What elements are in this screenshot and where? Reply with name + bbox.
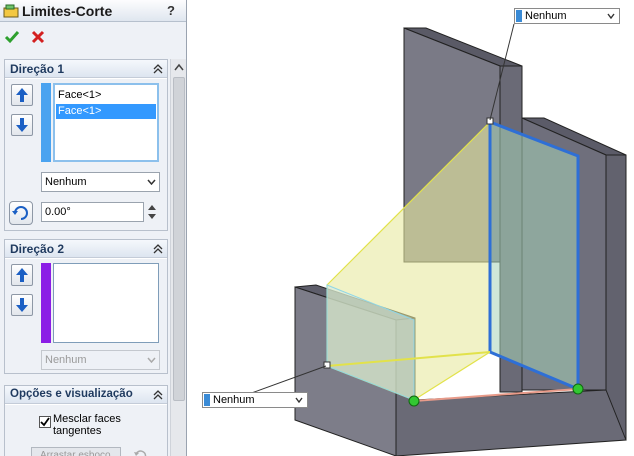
direction1-flip-up-button[interactable]	[11, 84, 33, 106]
arrow-down-icon	[16, 118, 28, 132]
direction1-title: Direção 1	[10, 62, 65, 76]
list-item[interactable]: Face<1>	[56, 88, 156, 103]
direction2-condition-select: Nenhum	[41, 350, 160, 370]
feature-icon	[3, 4, 19, 18]
undo-icon	[134, 450, 147, 456]
chevron-down-icon	[295, 397, 303, 403]
property-manager: Limites-Corte ? Direção 1 Face<1> Face<1…	[0, 0, 187, 456]
collapse-chevron-icon[interactable]	[153, 390, 163, 400]
panel-scrollbar[interactable]	[170, 59, 186, 456]
drag-handle-left[interactable]	[323, 361, 331, 369]
reverse-direction-button[interactable]	[9, 201, 33, 225]
direction1-callout-select[interactable]: Nenhum	[514, 8, 620, 24]
cut-preview-surfaces	[326, 119, 580, 402]
handle-point[interactable]	[572, 383, 584, 395]
direction1-condition-select[interactable]: Nenhum	[41, 172, 160, 192]
direction1-flip-down-button[interactable]	[11, 114, 33, 136]
model-scene[interactable]	[188, 0, 634, 456]
direction2-faces-list[interactable]	[53, 263, 159, 343]
direction2-flip-down-button[interactable]	[11, 294, 33, 316]
options-header[interactable]: Opções e visualização	[5, 386, 167, 404]
help-icon[interactable]: ?	[167, 3, 175, 18]
direction2-title: Direção 2	[10, 242, 65, 256]
direction2-color-bar	[41, 263, 51, 343]
arrow-up-icon	[16, 268, 28, 282]
property-manager-header: Limites-Corte ?	[0, 0, 186, 22]
options-title: Opções e visualização	[10, 388, 133, 400]
direction1-angle-input[interactable]: 0.00°	[41, 202, 144, 222]
direction1-group: Direção 1 Face<1> Face<1> Nenhum 0.00°	[4, 59, 168, 231]
list-item[interactable]: Face<1>	[56, 104, 156, 119]
ok-checkmark-icon[interactable]	[4, 29, 20, 45]
arrow-down-icon	[16, 298, 28, 312]
direction2-group: Direção 2 Nenhum	[4, 239, 168, 374]
checkmark-icon	[40, 417, 50, 427]
chevron-down-icon	[147, 357, 156, 363]
direction1-callout-select-left[interactable]: Nenhum	[202, 392, 308, 408]
property-manager-title: Limites-Corte	[22, 3, 113, 19]
chevron-down-icon	[607, 13, 615, 19]
angle-spinner-icon[interactable]	[147, 203, 157, 221]
direction2-flip-up-button[interactable]	[11, 264, 33, 286]
chevron-down-icon	[147, 179, 156, 185]
scrollbar-thumb[interactable]	[173, 77, 185, 401]
collapse-chevron-icon[interactable]	[153, 64, 163, 74]
merge-tangent-label: Mesclar faces tangentes	[53, 413, 121, 437]
options-group: Opções e visualização Mesclar faces tang…	[4, 385, 168, 456]
collapse-chevron-icon[interactable]	[153, 244, 163, 254]
rotate-icon	[12, 206, 28, 220]
drag-sketch-button: Arrastar esboço	[31, 447, 121, 456]
direction2-header[interactable]: Direção 2	[5, 240, 167, 258]
direction1-faces-list[interactable]: Face<1> Face<1>	[53, 83, 159, 162]
scroll-up-icon[interactable]	[174, 63, 184, 71]
direction1-color-bar	[41, 83, 51, 162]
callout-color-bar	[516, 10, 522, 22]
merge-tangent-checkbox[interactable]	[39, 416, 51, 428]
graphics-viewport[interactable]: Nenhum Nenhum	[188, 0, 634, 456]
arrow-up-icon	[16, 88, 28, 102]
callout-color-bar	[204, 394, 210, 406]
cancel-x-icon[interactable]	[30, 29, 46, 45]
direction1-header[interactable]: Direção 1	[5, 60, 167, 78]
handle-point[interactable]	[408, 395, 420, 407]
